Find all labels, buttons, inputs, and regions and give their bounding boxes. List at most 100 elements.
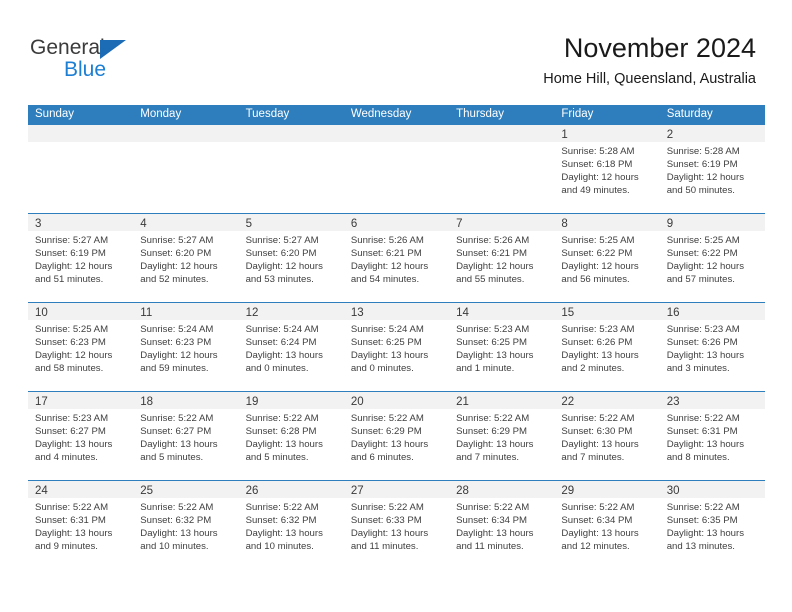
- day-cell[interactable]: 15 Sunrise: 5:23 AM Sunset: 6:26 PM Dayl…: [554, 303, 660, 391]
- sunset-text: Sunset: 6:23 PM: [140, 337, 212, 349]
- daylight-line-1: Daylight: 12 hours: [35, 261, 113, 273]
- day-number: 10: [35, 307, 48, 319]
- day-cell[interactable]: 18 Sunrise: 5:22 AM Sunset: 6:27 PM Dayl…: [133, 392, 239, 480]
- day-cell[interactable]: 5 Sunrise: 5:27 AM Sunset: 6:20 PM Dayli…: [238, 214, 344, 302]
- sunset-text: Sunset: 6:19 PM: [666, 159, 738, 171]
- daylight-line-1: Daylight: 13 hours: [350, 439, 429, 451]
- day-cell[interactable]: 13 Sunrise: 5:24 AM Sunset: 6:25 PM Dayl…: [343, 303, 450, 391]
- day-cell[interactable]: 14 Sunrise: 5:23 AM Sunset: 6:25 PM Dayl…: [449, 303, 555, 391]
- sunrise-text: Sunrise: 5:24 AM: [245, 324, 319, 335]
- daylight-line-1: Daylight: 12 hours: [350, 261, 429, 273]
- sunset-text: Sunset: 6:30 PM: [561, 426, 633, 438]
- calendar-week-row: 10 Sunrise: 5:25 AM Sunset: 6:23 PM Dayl…: [28, 302, 765, 391]
- day-cell[interactable]: 11 Sunrise: 5:24 AM Sunset: 6:23 PM Dayl…: [133, 303, 239, 391]
- sunset-text: Sunset: 6:27 PM: [140, 426, 212, 438]
- day-number: 2: [666, 129, 674, 141]
- weekday-header-wednesday: Wednesday: [350, 108, 412, 120]
- sunset-text: Sunset: 6:29 PM: [456, 426, 528, 438]
- sunset-text: Sunset: 6:25 PM: [350, 337, 422, 349]
- sunset-text: Sunset: 6:19 PM: [35, 248, 106, 260]
- daylight-line-2: and 50 minutes.: [666, 185, 735, 197]
- day-cell[interactable]: 23 Sunrise: 5:22 AM Sunset: 6:31 PM Dayl…: [659, 392, 765, 480]
- day-number: 13: [350, 307, 364, 319]
- daylight-line-2: and 11 minutes.: [456, 541, 524, 553]
- sunrise-text: Sunrise: 5:28 AM: [666, 146, 740, 157]
- sunrise-text: Sunrise: 5:22 AM: [245, 413, 319, 424]
- day-cell[interactable]: [28, 125, 134, 213]
- day-cell[interactable]: [238, 125, 344, 213]
- daylight-line-2: and 57 minutes.: [666, 274, 735, 286]
- day-cell[interactable]: [343, 125, 450, 213]
- sunrise-text: Sunrise: 5:22 AM: [140, 413, 214, 424]
- day-cell[interactable]: 1 Sunrise: 5:28 AM Sunset: 6:18 PM Dayli…: [554, 125, 660, 213]
- sunrise-text: Sunrise: 5:22 AM: [666, 502, 740, 513]
- day-cell[interactable]: 7 Sunrise: 5:26 AM Sunset: 6:21 PM Dayli…: [449, 214, 555, 302]
- day-cell[interactable]: 2 Sunrise: 5:28 AM Sunset: 6:19 PM Dayli…: [659, 125, 765, 213]
- sunrise-text: Sunrise: 5:27 AM: [245, 235, 319, 246]
- day-cell[interactable]: 26 Sunrise: 5:22 AM Sunset: 6:32 PM Dayl…: [238, 481, 344, 569]
- day-cell[interactable]: 8 Sunrise: 5:25 AM Sunset: 6:22 PM Dayli…: [554, 214, 660, 302]
- day-cell[interactable]: 20 Sunrise: 5:22 AM Sunset: 6:29 PM Dayl…: [343, 392, 450, 480]
- daylight-line-2: and 54 minutes.: [350, 274, 420, 286]
- calendar-week-row: 1 Sunrise: 5:28 AM Sunset: 6:18 PM Dayli…: [28, 124, 765, 213]
- daylight-line-2: and 12 minutes.: [561, 541, 630, 553]
- day-cell[interactable]: 16 Sunrise: 5:23 AM Sunset: 6:26 PM Dayl…: [659, 303, 765, 391]
- title-block: November 2024 Home Hill, Queensland, Aus…: [543, 32, 756, 88]
- day-number: 21: [456, 396, 469, 408]
- sunset-text: Sunset: 6:35 PM: [666, 515, 738, 527]
- sunset-text: Sunset: 6:18 PM: [561, 159, 633, 171]
- sunrise-text: Sunrise: 5:22 AM: [350, 502, 424, 513]
- sunrise-text: Sunrise: 5:24 AM: [350, 324, 424, 335]
- day-cell[interactable]: 6 Sunrise: 5:26 AM Sunset: 6:21 PM Dayli…: [343, 214, 450, 302]
- daylight-line-1: Daylight: 12 hours: [35, 350, 113, 362]
- sunset-text: Sunset: 6:22 PM: [666, 248, 738, 260]
- daylight-line-1: Daylight: 12 hours: [561, 261, 639, 273]
- daylight-line-2: and 8 minutes.: [666, 452, 730, 464]
- day-cell[interactable]: 21 Sunrise: 5:22 AM Sunset: 6:29 PM Dayl…: [449, 392, 555, 480]
- sunrise-text: Sunrise: 5:25 AM: [35, 324, 109, 335]
- day-cell[interactable]: 25 Sunrise: 5:22 AM Sunset: 6:32 PM Dayl…: [133, 481, 239, 569]
- day-number: 14: [456, 307, 469, 319]
- day-number: 28: [456, 485, 469, 497]
- sunrise-text: Sunrise: 5:26 AM: [456, 235, 530, 246]
- calendar-page: General Blue November 2024 Home Hill, Qu…: [0, 0, 792, 612]
- day-cell[interactable]: 12 Sunrise: 5:24 AM Sunset: 6:24 PM Dayl…: [238, 303, 344, 391]
- day-cell[interactable]: 27 Sunrise: 5:22 AM Sunset: 6:33 PM Dayl…: [343, 481, 450, 569]
- day-cell[interactable]: 10 Sunrise: 5:25 AM Sunset: 6:23 PM Dayl…: [28, 303, 134, 391]
- daylight-line-1: Daylight: 13 hours: [35, 439, 113, 451]
- weekday-header-friday: Friday: [561, 108, 594, 120]
- day-cell[interactable]: 3 Sunrise: 5:27 AM Sunset: 6:19 PM Dayli…: [28, 214, 134, 302]
- daylight-line-1: Daylight: 13 hours: [140, 528, 218, 540]
- daylight-line-2: and 2 minutes.: [561, 363, 625, 375]
- day-cell[interactable]: 17 Sunrise: 5:23 AM Sunset: 6:27 PM Dayl…: [28, 392, 134, 480]
- day-number: 27: [350, 485, 364, 497]
- daylight-line-2: and 53 minutes.: [245, 274, 314, 286]
- sunset-text: Sunset: 6:31 PM: [35, 515, 106, 527]
- day-number: 5: [245, 218, 252, 230]
- brand-logo[interactable]: General Blue: [30, 36, 210, 88]
- sunrise-text: Sunrise: 5:23 AM: [561, 324, 635, 335]
- day-cell[interactable]: [133, 125, 239, 213]
- sunset-text: Sunset: 6:20 PM: [245, 248, 317, 260]
- day-cell[interactable]: 29 Sunrise: 5:22 AM Sunset: 6:34 PM Dayl…: [554, 481, 660, 569]
- page-subtitle: Home Hill, Queensland, Australia: [543, 71, 756, 87]
- day-number: 12: [245, 307, 259, 319]
- brand-name-general: General: [30, 36, 105, 59]
- day-cell[interactable]: 9 Sunrise: 5:25 AM Sunset: 6:22 PM Dayli…: [659, 214, 765, 302]
- day-cell[interactable]: 4 Sunrise: 5:27 AM Sunset: 6:20 PM Dayli…: [133, 214, 239, 302]
- day-cell[interactable]: 22 Sunrise: 5:22 AM Sunset: 6:30 PM Dayl…: [554, 392, 660, 480]
- sunrise-text: Sunrise: 5:28 AM: [561, 146, 635, 157]
- day-cell[interactable]: 19 Sunrise: 5:22 AM Sunset: 6:28 PM Dayl…: [238, 392, 344, 480]
- sunrise-text: Sunrise: 5:22 AM: [561, 502, 635, 513]
- daylight-line-2: and 59 minutes.: [140, 363, 209, 375]
- daylight-line-2: and 1 minute.: [456, 363, 515, 375]
- day-cell[interactable]: 30 Sunrise: 5:22 AM Sunset: 6:35 PM Dayl…: [659, 481, 765, 569]
- day-number: 19: [245, 396, 259, 408]
- day-cell[interactable]: [449, 125, 555, 213]
- weekday-header-sunday: Sunday: [35, 108, 75, 120]
- sunrise-text: Sunrise: 5:22 AM: [561, 413, 635, 424]
- daylight-line-1: Daylight: 13 hours: [245, 350, 323, 362]
- day-cell[interactable]: 24 Sunrise: 5:22 AM Sunset: 6:31 PM Dayl…: [28, 481, 134, 569]
- day-cell[interactable]: 28 Sunrise: 5:22 AM Sunset: 6:34 PM Dayl…: [449, 481, 555, 569]
- daylight-line-2: and 0 minutes.: [245, 363, 309, 375]
